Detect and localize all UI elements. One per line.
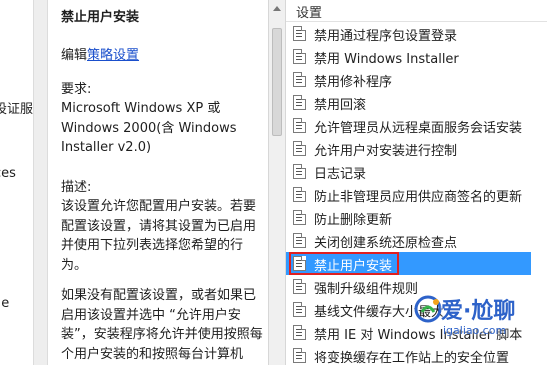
description-pane: 禁止用户安装 编辑策略设置 要求: Microsoft Windows XP 或… xyxy=(48,0,268,365)
settings-column-header[interactable]: 设置 xyxy=(286,0,547,22)
tree-scrollbar[interactable] xyxy=(33,0,48,365)
edit-prefix: 编辑 xyxy=(61,48,88,63)
edit-policy-link[interactable]: 策略设置 xyxy=(87,48,139,63)
policy-setting-icon xyxy=(293,26,306,41)
description-text-more: 如果没有配置该设置，或者如果已启用该设置并选中 “允许用户安装”，安装程序将允许… xyxy=(61,288,263,362)
requirements-label: 要求: xyxy=(61,82,92,97)
setting-label: 禁用修补程序 xyxy=(314,75,393,90)
setting-row[interactable]: 基线文件缓存大小最大 xyxy=(286,298,531,321)
setting-row[interactable]: 禁用 Windows Installer xyxy=(286,45,531,68)
policy-setting-icon xyxy=(293,348,306,363)
policy-setting-icon xyxy=(293,233,306,248)
setting-row[interactable]: 日志记录 xyxy=(286,160,531,183)
tree-item[interactable]: ces xyxy=(0,166,16,181)
setting-row[interactable]: 强制升级组件规则 xyxy=(286,275,531,298)
tree-item[interactable]: 设证服 xyxy=(0,98,33,117)
description-text: 该设置允许您配置用户安装。若要配置该设置，请将其设置为已启用并使用下拉列表选择您… xyxy=(61,199,257,273)
navigation-tree: 设证服 ces ile xyxy=(0,0,33,365)
policy-setting-icon xyxy=(293,302,306,317)
setting-row[interactable]: 将变换缓存在工作站上的安全位置 xyxy=(286,344,531,365)
setting-label: 将变换缓存在工作站上的安全位置 xyxy=(314,351,510,365)
setting-row[interactable]: 关闭创建系统还原检查点 xyxy=(286,229,531,252)
description-label: 描述: xyxy=(61,180,92,195)
setting-row[interactable]: 防止删除更新 xyxy=(286,206,531,229)
policy-setting-icon xyxy=(293,164,306,179)
setting-label: 强制升级组件规则 xyxy=(314,282,419,297)
policy-setting-icon xyxy=(293,118,306,133)
setting-label: 关闭创建系统还原检查点 xyxy=(314,236,458,251)
highlight-box xyxy=(289,252,399,275)
tree-item[interactable]: ile xyxy=(0,296,9,311)
setting-row[interactable]: 防止非管理员应用供应商签名的更新 xyxy=(286,183,531,206)
policy-setting-icon xyxy=(293,72,306,87)
policy-setting-icon xyxy=(293,187,306,202)
policy-setting-icon xyxy=(293,95,306,110)
scroll-thumb[interactable] xyxy=(272,28,282,136)
setting-label: 基线文件缓存大小最大 xyxy=(314,305,445,320)
settings-list: 设置 禁用通过程序包设置登录 禁用 Windows Installer 禁用修补程序… xyxy=(286,0,547,365)
setting-row[interactable]: 禁用修补程序 xyxy=(286,68,531,91)
policy-setting-icon xyxy=(293,141,306,156)
setting-row[interactable]: 禁止用户安装 xyxy=(286,252,531,275)
edit-policy-line: 编辑策略设置 xyxy=(61,44,139,63)
setting-row[interactable]: 允许用户对安装进行控制 xyxy=(286,137,531,160)
setting-label: 禁用通过程序包设置登录 xyxy=(314,29,458,44)
setting-label: 防止删除更新 xyxy=(314,213,393,228)
policy-title: 禁止用户安装 xyxy=(61,10,140,25)
setting-label: 允许用户对安装进行控制 xyxy=(314,144,458,159)
setting-label: 禁用回滚 xyxy=(314,98,367,113)
policy-setting-icon xyxy=(293,279,306,294)
policy-setting-icon xyxy=(293,210,306,225)
setting-row[interactable]: 禁用通过程序包设置登录 xyxy=(286,22,531,45)
setting-row[interactable]: 禁用回滚 xyxy=(286,91,531,114)
setting-label: 日志记录 xyxy=(314,167,367,182)
requirements-text: Microsoft Windows XP 或 Windows 2000(含 Wi… xyxy=(61,101,237,155)
setting-row[interactable]: 禁用 IE 对 Windows Installer 脚本 xyxy=(286,321,531,344)
setting-row[interactable]: 允许管理员从远程桌面服务会话安装 xyxy=(286,114,531,137)
setting-label: 禁用 IE 对 Windows Installer 脚本 xyxy=(314,328,523,343)
settings-header-label: 设置 xyxy=(296,6,323,21)
setting-label: 防止非管理员应用供应商签名的更新 xyxy=(314,190,523,205)
description-scrollbar[interactable] xyxy=(268,0,286,365)
setting-label: 禁用 Windows Installer xyxy=(314,52,459,67)
setting-label: 允许管理员从远程桌面服务会话安装 xyxy=(314,121,523,136)
policy-setting-icon xyxy=(293,49,306,64)
scroll-up-arrow-icon[interactable] xyxy=(273,6,281,11)
policy-setting-icon xyxy=(293,325,306,340)
